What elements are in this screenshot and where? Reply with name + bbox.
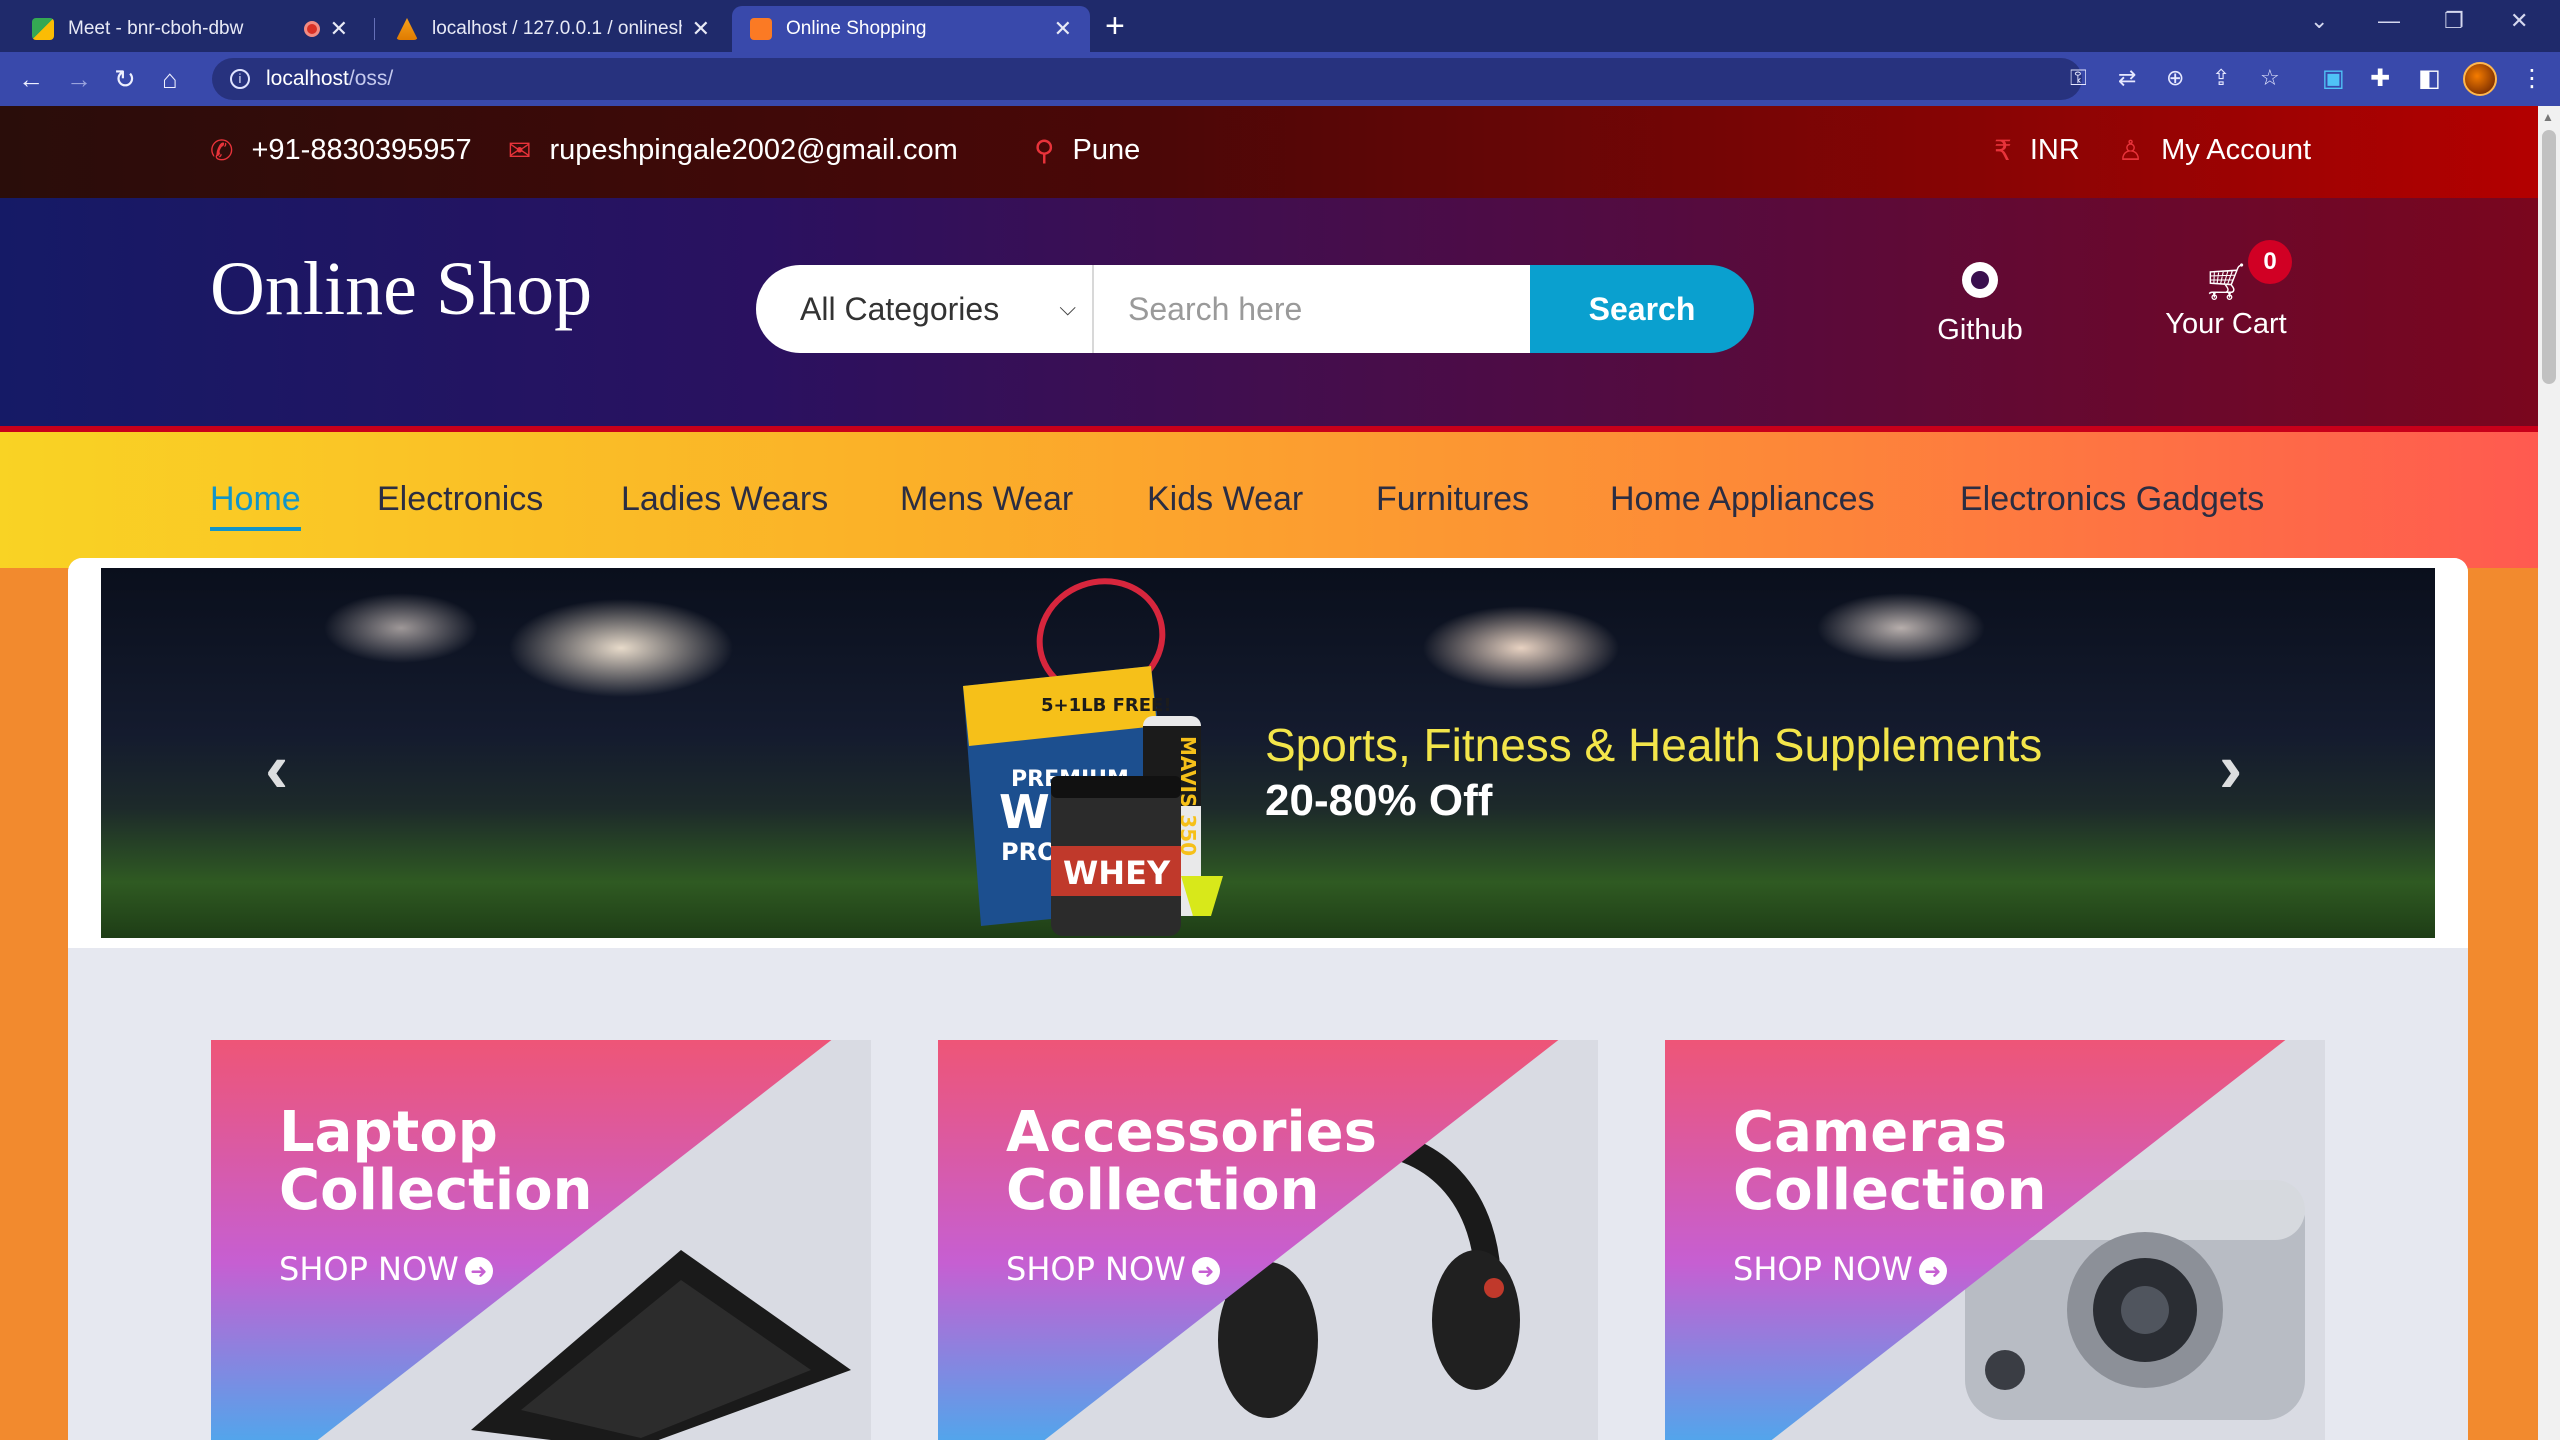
search-form: All Categories ⌵ Search xyxy=(756,265,1754,353)
nav-electronics-gadgets[interactable]: Electronics Gadgets xyxy=(1960,480,2264,519)
close-tab-icon[interactable]: ✕ xyxy=(692,16,710,42)
slide-subtitle: 20-80% Off xyxy=(1265,776,1493,825)
forward-icon[interactable]: → xyxy=(66,64,92,94)
chevron-down-icon: ⌵ xyxy=(1059,295,1076,320)
my-account-link[interactable]: ♙ My Account xyxy=(2118,134,2311,167)
slide-title: Sports, Fitness & Health Supplements xyxy=(1265,719,2043,771)
translate-icon[interactable]: ⇄ xyxy=(2118,65,2136,91)
minimize-icon[interactable]: — xyxy=(2378,8,2400,34)
collection-card-cameras[interactable]: Cameras Collection SHOP NOW ➜ xyxy=(1665,1040,2325,1440)
user-icon: ♙ xyxy=(2118,135,2144,166)
phone-icon: ✆ xyxy=(210,135,234,166)
promo-text: 5+1LB FREE! xyxy=(1041,695,1172,716)
phpmyadmin-icon xyxy=(396,18,418,40)
card-title: Accessories Collection xyxy=(1006,1100,1377,1223)
bookmark-star-icon[interactable]: ☆ xyxy=(2260,65,2280,91)
email-contact[interactable]: ✉ rupeshpingale2002@gmail.com xyxy=(508,134,958,167)
tab-online-shopping[interactable]: Online Shopping ✕ xyxy=(732,6,1090,52)
side-panel-icon[interactable]: ◧ xyxy=(2418,64,2441,93)
map-pin-icon: ⚲ xyxy=(1034,135,1055,166)
nav-mens-wear[interactable]: Mens Wear xyxy=(900,480,1073,519)
shop-now-link[interactable]: SHOP NOW ➜ xyxy=(1006,1250,1220,1288)
collection-card-laptop[interactable]: Laptop Collection SHOP NOW ➜ xyxy=(211,1040,871,1440)
new-tab-button[interactable]: + xyxy=(1105,8,1125,44)
chevron-right-icon: › xyxy=(2219,729,2243,807)
scrollbar-thumb[interactable] xyxy=(2542,130,2556,384)
nav-ladies-wears[interactable]: Ladies Wears xyxy=(621,480,828,519)
nav-electronics[interactable]: Electronics xyxy=(377,480,543,519)
xampp-icon xyxy=(750,18,772,40)
collection-card-accessories[interactable]: Accessories Collection SHOP NOW ➜ xyxy=(938,1040,1598,1440)
slider-next-button[interactable]: › xyxy=(2219,728,2242,808)
phone-contact[interactable]: ✆ +91-8830395957 xyxy=(210,134,472,167)
site-logo[interactable]: Online Shop xyxy=(210,246,592,333)
home-icon[interactable]: ⌂ xyxy=(162,64,178,94)
slider-prev-button[interactable]: ‹ xyxy=(265,728,288,808)
share-icon[interactable]: ⇪ xyxy=(2212,65,2230,91)
profile-avatar[interactable] xyxy=(2463,62,2497,96)
close-tab-icon[interactable]: ✕ xyxy=(330,16,348,42)
tab-meet[interactable]: Meet - bnr-cboh-dbw ✕ xyxy=(14,6,366,52)
reload-icon[interactable]: ↻ xyxy=(114,64,136,94)
shop-now-link[interactable]: SHOP NOW ➜ xyxy=(1733,1250,1947,1288)
extension-icon[interactable]: ▣ xyxy=(2322,64,2345,93)
browser-toolbar: ← → ↻ ⌂ i localhost/oss/ ⚿ ⇄ ⊕ ⇪ ☆ ▣ ✚ ◧… xyxy=(0,52,2560,106)
arrow-circle-right-icon: ➜ xyxy=(1918,1257,1947,1285)
top-info-bar: ✆ +91-8830395957 ✉ rupeshpingale2002@gma… xyxy=(0,106,2538,198)
address-bar[interactable]: i localhost/oss/ xyxy=(212,58,2082,100)
scroll-up-arrow-icon[interactable]: ▲ xyxy=(2542,110,2554,124)
shop-now-link[interactable]: SHOP NOW ➜ xyxy=(279,1250,493,1288)
main-navigation: Home Electronics Ladies Wears Mens Wear … xyxy=(0,432,2538,568)
rupee-icon: ₹ xyxy=(1994,135,2012,166)
tab-separator xyxy=(374,18,375,40)
browser-tab-bar: Meet - bnr-cboh-dbw ✕ localhost / 127.0.… xyxy=(0,0,2560,52)
search-input[interactable] xyxy=(1094,265,1530,353)
meet-icon xyxy=(32,18,54,40)
location[interactable]: ⚲ Pune xyxy=(1034,134,1140,167)
github-icon xyxy=(1962,262,1998,298)
cart-button[interactable]: 🛒︎ Your Cart 0 xyxy=(2156,240,2296,341)
github-link[interactable]: Github xyxy=(1930,262,2030,347)
site-header: Online Shop All Categories ⌵ Search Gith… xyxy=(0,198,2538,426)
zoom-icon[interactable]: ⊕ xyxy=(2166,65,2184,91)
nav-home-appliances[interactable]: Home Appliances xyxy=(1610,480,1875,519)
site-info-icon[interactable]: i xyxy=(230,69,250,89)
category-select[interactable]: All Categories ⌵ xyxy=(756,265,1094,353)
envelope-icon: ✉ xyxy=(508,135,532,166)
hero-slider: PREMIUM WHEY PROTEIN+ 5+1LB FREE! MAVIS … xyxy=(101,568,2435,938)
chevron-left-icon: ‹ xyxy=(265,729,289,807)
nav-kids-wear[interactable]: Kids Wear xyxy=(1147,480,1303,519)
tab-phpmyadmin[interactable]: localhost / 127.0.0.1 / onlineshop ✕ xyxy=(378,6,728,52)
search-button[interactable]: Search xyxy=(1530,265,1754,353)
tub-label-text: WHEY xyxy=(1063,854,1171,892)
cart-count-badge: 0 xyxy=(2248,240,2292,284)
currency-selector[interactable]: ₹ INR xyxy=(1994,134,2080,167)
key-icon[interactable]: ⚿ xyxy=(2070,65,2087,91)
extensions-puzzle-icon[interactable]: ✚ xyxy=(2370,64,2390,93)
card-title: Laptop Collection xyxy=(279,1100,593,1223)
arrow-circle-right-icon: ➜ xyxy=(1191,1257,1220,1285)
supplement-products-image: PREMIUM WHEY PROTEIN+ 5+1LB FREE! MAVIS … xyxy=(963,578,1223,936)
page-viewport: ✆ +91-8830395957 ✉ rupeshpingale2002@gma… xyxy=(0,106,2538,1440)
recording-icon xyxy=(303,21,320,37)
back-icon[interactable]: ← xyxy=(18,64,44,94)
window-close-icon[interactable]: ✕ xyxy=(2510,8,2528,34)
tab-search-icon[interactable]: ⌄ xyxy=(2310,8,2328,34)
arrow-circle-right-icon: ➜ xyxy=(464,1257,493,1285)
menu-icon[interactable]: ⋮ xyxy=(2520,64,2544,93)
close-tab-icon[interactable]: ✕ xyxy=(1054,16,1072,42)
nav-home[interactable]: Home xyxy=(210,480,301,531)
nav-furnitures[interactable]: Furnitures xyxy=(1376,480,1529,519)
restore-icon[interactable]: ❐ xyxy=(2444,8,2464,34)
card-title: Cameras Collection xyxy=(1733,1100,2047,1223)
